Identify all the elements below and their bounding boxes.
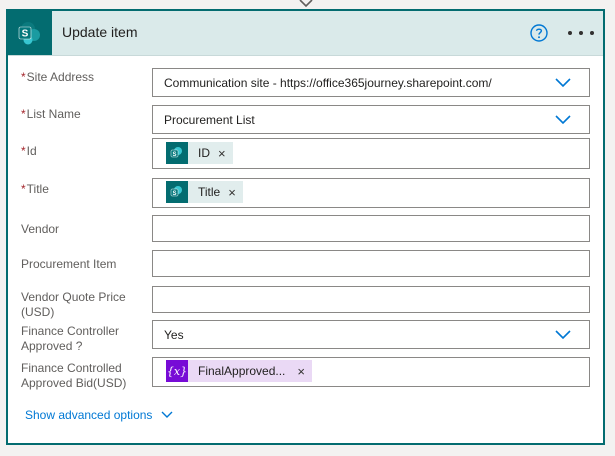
remove-token-icon[interactable]: ×: [218, 146, 233, 161]
title-token-label: Title: [198, 185, 221, 199]
list-name-value: Procurement List: [164, 113, 255, 127]
site-address-dropdown[interactable]: Communication site - https://office365jo…: [152, 68, 590, 97]
update-item-action-card: S Update item *Site Address Communicatio…: [6, 9, 605, 445]
title-field[interactable]: S Title ×: [152, 178, 590, 208]
expression-token[interactable]: {x} FinalApproved... ×: [166, 360, 312, 382]
action-header[interactable]: S Update item: [8, 11, 603, 56]
finance-controller-approved-label: Finance Controller Approved ?: [21, 324, 120, 353]
help-circle-icon[interactable]: [529, 23, 549, 43]
chevron-down-icon[interactable]: [555, 115, 571, 125]
sharepoint-token-icon: S: [166, 181, 188, 203]
id-token-label: ID: [198, 146, 210, 160]
expression-icon: {x}: [166, 360, 188, 382]
chevron-down-icon: [161, 411, 173, 418]
list-name-dropdown[interactable]: Procurement List: [152, 105, 590, 134]
finance-controller-approved-value: Yes: [164, 328, 184, 342]
procurement-item-label: Procurement Item: [21, 257, 117, 271]
remove-token-icon[interactable]: ×: [228, 185, 243, 200]
vendor-quote-price-input[interactable]: [152, 286, 590, 313]
site-address-label: *Site Address: [21, 70, 95, 84]
sharepoint-icon: S: [8, 11, 52, 55]
chevron-down-icon[interactable]: [555, 330, 571, 340]
svg-text:S: S: [22, 29, 29, 40]
sharepoint-token-icon: S: [166, 142, 188, 164]
id-token[interactable]: S ID ×: [166, 142, 233, 164]
procurement-item-input[interactable]: [152, 250, 590, 277]
finance-controlled-approved-bid-label: Finance Controlled Approved Bid(USD): [21, 361, 127, 390]
id-label: *Id: [21, 144, 37, 158]
remove-token-icon[interactable]: ×: [297, 364, 312, 379]
site-address-value: Communication site - https://office365jo…: [164, 76, 492, 90]
action-title: Update item: [62, 24, 138, 40]
vendor-label: Vendor: [21, 222, 60, 236]
title-label: *Title: [21, 182, 49, 196]
ellipsis-icon[interactable]: [568, 23, 594, 43]
connector-arrow-icon: [299, 0, 313, 8]
finance-controller-approved-dropdown[interactable]: Yes: [152, 320, 590, 349]
svg-text:S: S: [172, 191, 176, 197]
show-advanced-options-link[interactable]: Show advanced options: [25, 408, 173, 422]
chevron-down-icon[interactable]: [555, 78, 571, 88]
expression-token-label: FinalApproved...: [198, 364, 286, 378]
svg-text:S: S: [172, 152, 176, 158]
id-field[interactable]: S ID ×: [152, 138, 590, 169]
finance-controlled-approved-bid-field[interactable]: {x} FinalApproved... ×: [152, 357, 590, 387]
show-advanced-options-label: Show advanced options: [25, 408, 153, 422]
vendor-input[interactable]: [152, 215, 590, 242]
vendor-quote-price-label: Vendor Quote Price (USD): [21, 290, 126, 319]
title-token[interactable]: S Title ×: [166, 181, 243, 203]
list-name-label: *List Name: [21, 107, 81, 121]
